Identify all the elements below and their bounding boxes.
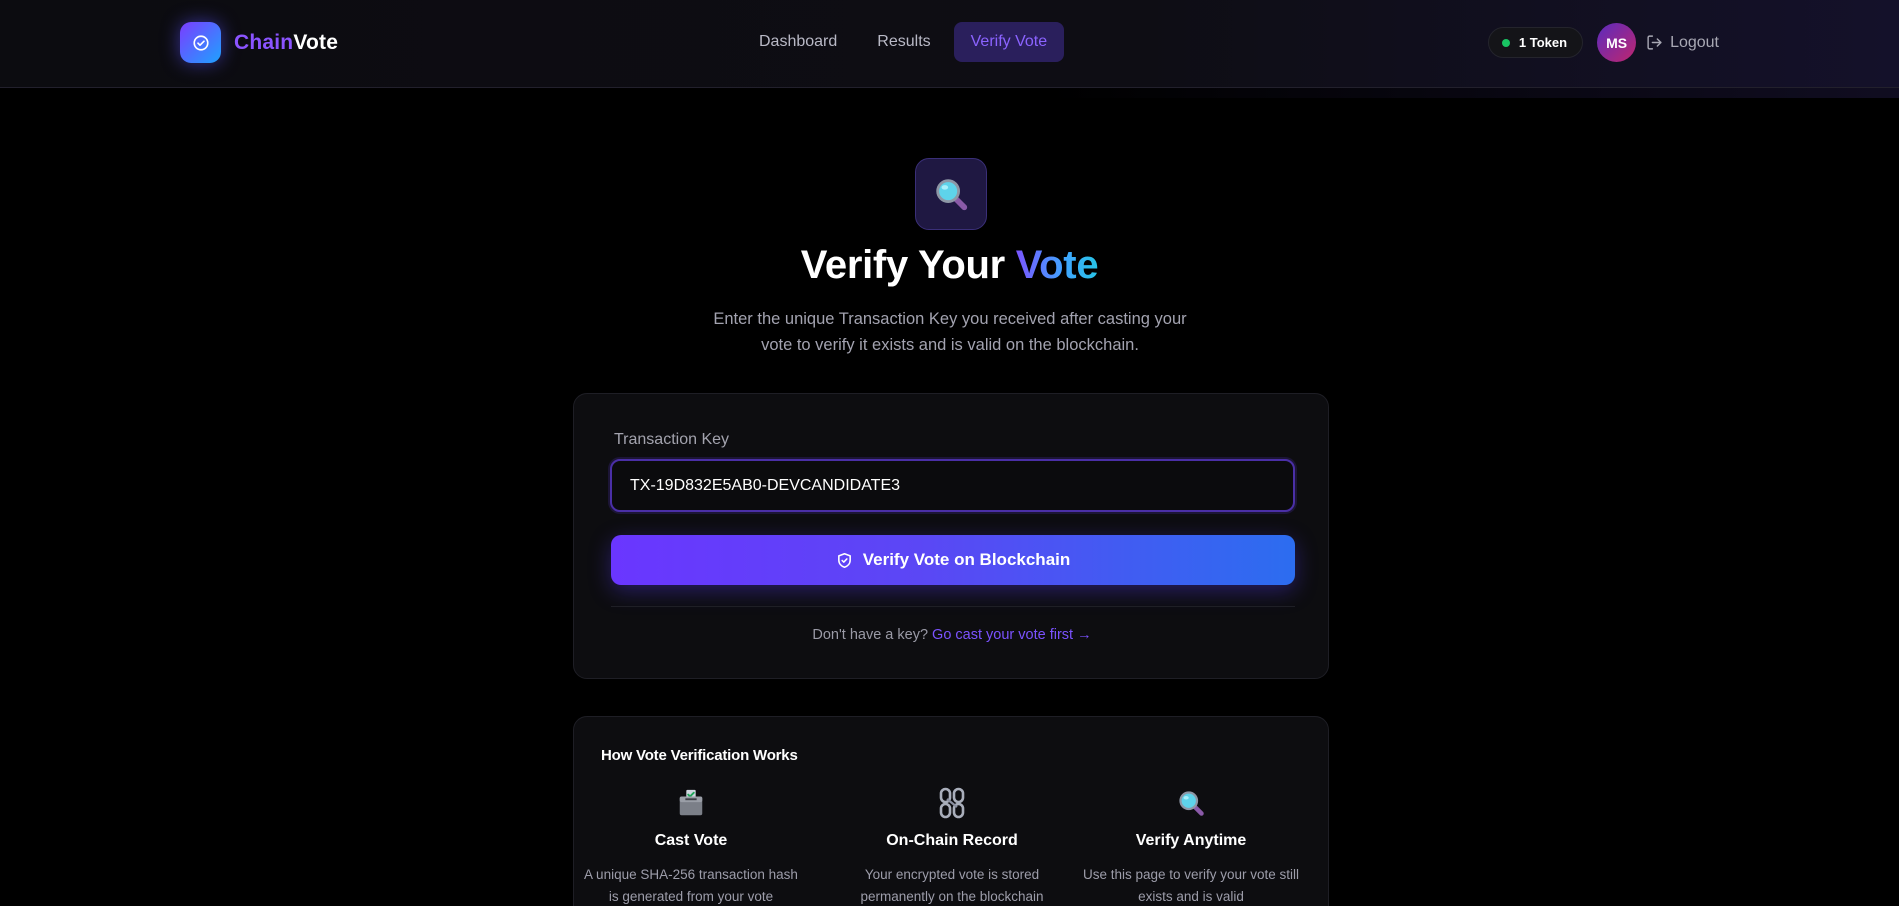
step-cast-vote-desc: A unique SHA-256 transaction hash is gen… xyxy=(584,867,798,904)
logout-button[interactable]: Logout xyxy=(1646,34,1719,52)
page-title-accent: Vote xyxy=(1015,243,1099,287)
how-it-works-card: How Vote Verification Works Cast Vote A … xyxy=(573,716,1329,906)
cast-vote-prompt-text: Don't have a key? xyxy=(812,627,929,643)
step-on-chain-record: On-Chain Record Your encrypted vote is s… xyxy=(837,787,1067,906)
magnifier-icon xyxy=(1076,787,1306,819)
transaction-key-input[interactable] xyxy=(610,459,1295,512)
verify-vote-button-label: Verify Vote on Blockchain xyxy=(862,550,1071,569)
chain-link-icon xyxy=(837,787,1067,819)
divider xyxy=(611,606,1295,607)
user-tools: 1 Token MS Logout xyxy=(1487,22,1719,63)
avatar[interactable]: MS xyxy=(1597,23,1637,62)
step-verify-anytime: Verify Anytime Use this page to verify y… xyxy=(1076,787,1306,906)
check-circle-icon xyxy=(180,22,221,63)
verify-vote-button[interactable]: Verify Vote on Blockchain xyxy=(611,535,1295,585)
step-cast-vote: Cast Vote A unique SHA-256 transaction h… xyxy=(576,787,806,906)
step-on-chain-record-desc: Your encrypted vote is stored permanentl… xyxy=(860,867,1044,904)
cast-vote-prompt: Don't have a key? Go cast your vote firs… xyxy=(574,627,1330,643)
step-verify-anytime-desc: Use this page to verify your vote still … xyxy=(1082,867,1300,904)
page-subtitle: Enter the unique Transaction Key you rec… xyxy=(713,310,1187,354)
ballot-box-icon xyxy=(576,787,806,819)
magnifier-icon xyxy=(915,158,987,230)
verify-form-card: Transaction Key Verify Vote on Blockchai… xyxy=(573,393,1329,679)
brand-name-part1: Chain xyxy=(234,30,294,54)
shield-check-icon xyxy=(837,552,851,568)
main-nav: Dashboard Results Verify Vote xyxy=(742,22,1070,62)
header-glow xyxy=(0,88,1899,98)
nav-verify-vote[interactable]: Verify Vote xyxy=(953,22,1065,62)
nav-results[interactable]: Results xyxy=(860,22,947,62)
page-title-main: Verify Your xyxy=(800,243,1016,287)
page-title: Verify Your Vote xyxy=(0,243,1899,288)
how-it-works-title: How Vote Verification Works xyxy=(601,747,798,764)
token-badge: 1 Token xyxy=(1487,27,1584,58)
brand[interactable]: ChainVote xyxy=(180,22,338,63)
step-on-chain-record-title: On-Chain Record xyxy=(886,832,1018,849)
brand-name: ChainVote xyxy=(234,31,338,55)
logout-label: Logout xyxy=(1670,33,1719,51)
transaction-key-label: Transaction Key xyxy=(614,431,730,448)
token-count: 1 Token xyxy=(1518,35,1568,50)
top-nav-bar: ChainVote Dashboard Results Verify Vote … xyxy=(0,0,1899,88)
cast-vote-link[interactable]: Go cast your vote first → xyxy=(932,627,1092,643)
brand-name-part2: Vote xyxy=(293,30,339,54)
status-dot-icon xyxy=(1501,38,1510,47)
step-cast-vote-title: Cast Vote xyxy=(654,832,728,849)
step-verify-anytime-title: Verify Anytime xyxy=(1135,832,1247,849)
logout-icon xyxy=(1647,35,1662,50)
nav-dashboard[interactable]: Dashboard xyxy=(742,22,854,62)
